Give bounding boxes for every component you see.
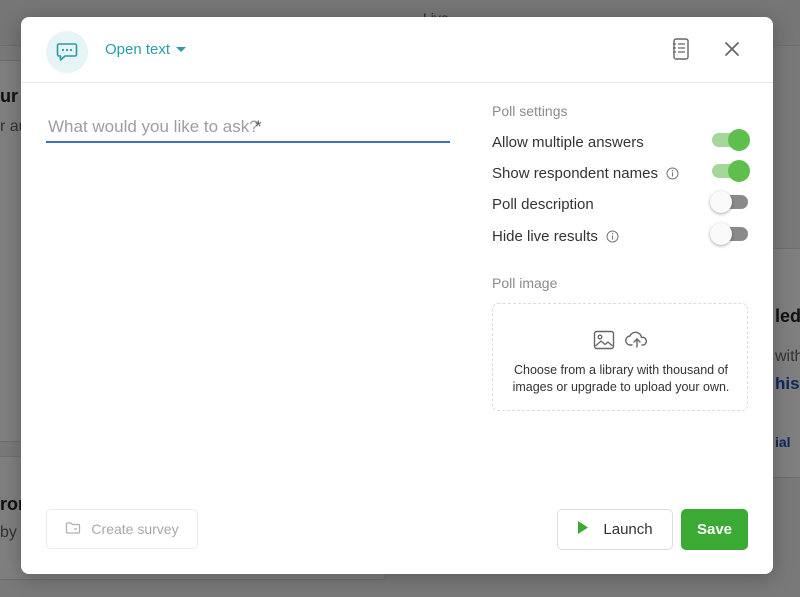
- show-respondent-names-toggle[interactable]: [712, 160, 750, 182]
- poll-settings-title: Poll settings: [492, 103, 568, 119]
- info-icon[interactable]: [606, 230, 619, 243]
- setting-show-respondent-names: Show respondent names: [492, 160, 750, 184]
- toggle-knob: [710, 223, 732, 245]
- setting-label: Show respondent names: [492, 164, 658, 182]
- question-input[interactable]: [46, 113, 450, 143]
- poll-image-line: Choose from a library with thousand of: [514, 363, 728, 377]
- question-type-label: Open text: [105, 41, 171, 58]
- close-icon: [724, 41, 740, 62]
- setting-label: Hide live results: [492, 227, 598, 245]
- launch-label: Launch: [603, 521, 653, 538]
- close-button[interactable]: [720, 39, 744, 63]
- setting-label: Allow multiple answers: [492, 133, 644, 151]
- play-icon: [577, 520, 589, 539]
- setting-allow-multiple-answers: Allow multiple answers: [492, 129, 750, 153]
- poll-image-dropzone[interactable]: Choose from a library with thousand of i…: [492, 303, 748, 411]
- poll-image-description: Choose from a library with thousand of i…: [501, 362, 741, 396]
- toggle-knob: [728, 160, 750, 182]
- chat-bubble-icon: [46, 31, 88, 73]
- notes-icon: [672, 37, 690, 65]
- setting-hide-live-results: Hide live results: [492, 223, 748, 247]
- image-icons: [493, 330, 749, 355]
- folder-icon: [65, 521, 81, 538]
- setting-label: Poll description: [492, 195, 594, 213]
- save-button[interactable]: Save: [681, 509, 748, 550]
- save-label: Save: [696, 521, 733, 538]
- allow-multiple-answers-toggle[interactable]: [712, 129, 750, 151]
- question-type-dropdown[interactable]: Open text: [105, 41, 187, 58]
- modal-header: Open text: [21, 17, 773, 83]
- create-poll-modal: Open text What would you like to ask? * …: [21, 17, 773, 574]
- setting-poll-description: Poll description: [492, 191, 748, 215]
- poll-image-line: images or upgrade to upload your own.: [512, 380, 730, 394]
- cloud-upload-icon: [625, 330, 649, 355]
- caret-down-icon: [176, 47, 187, 52]
- image-icon: [593, 330, 615, 355]
- poll-image-title: Poll image: [492, 275, 558, 291]
- create-survey-button[interactable]: Create survey: [46, 509, 198, 549]
- required-marker: *: [255, 117, 262, 136]
- toggle-knob: [710, 191, 732, 213]
- notes-button[interactable]: [669, 37, 693, 65]
- launch-button[interactable]: Launch: [557, 509, 673, 550]
- hide-live-results-toggle[interactable]: [710, 223, 748, 245]
- info-icon[interactable]: [666, 167, 679, 180]
- create-survey-label: Create survey: [91, 521, 179, 537]
- poll-description-toggle[interactable]: [710, 191, 748, 213]
- toggle-knob: [728, 129, 750, 151]
